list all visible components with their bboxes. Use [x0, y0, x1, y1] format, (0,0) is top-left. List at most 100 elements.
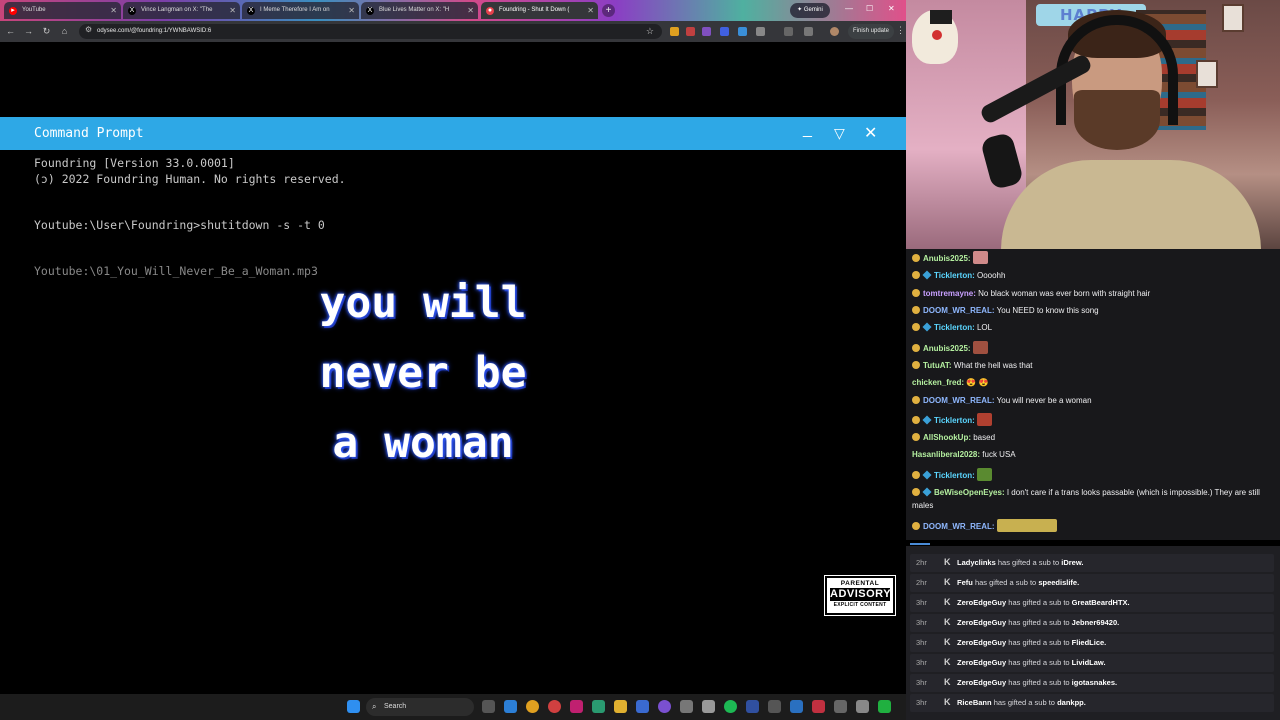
chrome-icon[interactable] [526, 700, 539, 713]
tab-odysee[interactable]: ● Foundring - Shut It Down ( ✕ [481, 2, 598, 19]
back-icon[interactable]: ← [4, 25, 17, 38]
extensions-puzzle-icon[interactable] [756, 27, 765, 36]
chat-username[interactable]: DOOM_WR_REAL: [923, 306, 995, 315]
chat-text: fuck USA [982, 450, 1016, 459]
chat-text: You will never be a woman [996, 396, 1092, 405]
chat-username[interactable]: DOOM_WR_REAL: [923, 396, 995, 405]
chrome-icon[interactable] [548, 700, 561, 713]
app-icon[interactable] [768, 700, 781, 713]
tab-x-1[interactable]: X Vince Langman on X: "The ✕ [123, 2, 240, 19]
app-icon[interactable] [812, 700, 825, 713]
event-time: 2hr [916, 558, 927, 567]
gemini-button[interactable]: ✦ Gemini [790, 3, 830, 18]
odysee-icon: ● [486, 7, 494, 15]
reload-icon[interactable]: ↻ [40, 25, 53, 38]
chat-username[interactable]: chicken_fred: [912, 378, 964, 387]
windows-taskbar: ⌕ Search [0, 694, 906, 720]
chat-username[interactable]: Ticklerton: [934, 471, 975, 480]
windows-start-icon[interactable] [347, 700, 360, 713]
chat-username[interactable]: Anubis2025: [923, 254, 971, 263]
app-icon[interactable] [680, 700, 693, 713]
event-time: 3hr [916, 638, 927, 647]
chat-username[interactable]: BeWiseOpenEyes: [934, 488, 1005, 497]
tab-x-3[interactable]: X Blue Lives Matter on X: "H ✕ [361, 2, 478, 19]
app-icon[interactable] [834, 700, 847, 713]
close-window-icon[interactable]: ✕ [888, 4, 895, 13]
event-actor: ZeroEdgeGuy [957, 598, 1007, 607]
task-view-icon[interactable] [482, 700, 495, 713]
tab-youtube[interactable]: ▸ YouTube ✕ [4, 2, 121, 19]
discord-icon[interactable] [658, 700, 671, 713]
chat-panel: Anubis2025: Ticklerton: Oooohh tomtremay… [906, 249, 1280, 540]
app-icon[interactable] [878, 700, 891, 713]
new-tab-button[interactable]: + [602, 4, 615, 17]
chat-text: LOL [976, 323, 993, 332]
close-icon[interactable]: ✕ [348, 2, 355, 19]
sub-badge-icon [922, 415, 932, 425]
chat-username[interactable]: DOOM_WR_REAL: [923, 522, 995, 531]
downloads-icon[interactable] [804, 27, 813, 36]
address-bar[interactable]: ⚙ odysee.com/@foundring:1/YWNBAWSID:6 ☆ [79, 24, 662, 39]
extension-icon[interactable] [720, 27, 729, 36]
chat-username[interactable]: Hasanliberal2028: [912, 450, 980, 459]
app-icon[interactable] [702, 700, 715, 713]
chat-username[interactable]: Ticklerton: [934, 416, 975, 425]
file-explorer-icon[interactable] [614, 700, 627, 713]
chat-message: BeWiseOpenEyes: I don't care if a trans … [912, 487, 1274, 512]
dropdown-triangle-icon: ▽ [834, 125, 845, 141]
site-info-icon[interactable]: ⚙ [85, 25, 92, 34]
forward-icon[interactable]: → [22, 25, 35, 38]
event-row: 3hr K ZeroEdgeGuy has gifted a sub to Jebn… [910, 614, 1274, 632]
tab-x-2[interactable]: X I Meme Therefore I Am on ✕ [242, 2, 359, 19]
chat-message: Ticklerton: Oooohh [912, 270, 1274, 283]
lyric-line: never be [319, 348, 527, 398]
chat-username[interactable]: TutuAT: [923, 361, 952, 370]
home-icon[interactable]: ⌂ [58, 25, 71, 38]
side-panel-icon[interactable] [784, 27, 793, 36]
app-icon[interactable] [790, 700, 803, 713]
event-text: ZeroEdgeGuy has gifted a sub to LividLaw… [957, 658, 1106, 667]
spotify-icon[interactable] [724, 700, 737, 713]
event-row: 3hr K ZeroEdgeGuy has gifted a sub to Livi… [910, 654, 1274, 672]
kick-icon: K [944, 597, 951, 607]
terminal-command-line: Youtube:\User\Foundring>shutitdown -s -t… [34, 218, 325, 232]
event-target: dankpp. [1057, 698, 1086, 707]
close-icon[interactable]: ✕ [587, 2, 594, 19]
extension-icon[interactable] [670, 27, 679, 36]
lyric-line: a woman [332, 418, 514, 468]
profile-avatar[interactable] [830, 27, 839, 36]
event-target: Jebner69420. [1071, 618, 1120, 627]
maximize-icon[interactable]: ☐ [866, 4, 873, 13]
event-target: igotasnakes. [1071, 678, 1118, 687]
close-icon[interactable]: ✕ [229, 2, 236, 19]
chat-username[interactable]: Anubis2025: [923, 344, 971, 353]
minimize-icon[interactable]: — [845, 4, 853, 13]
app-icon[interactable] [856, 700, 869, 713]
sub-badge-icon [922, 270, 932, 280]
chat-username[interactable]: tomtremayne: [923, 289, 976, 298]
taskbar-search[interactable]: ⌕ Search [366, 698, 474, 716]
app-icon[interactable] [636, 700, 649, 713]
chat-username[interactable]: Ticklerton: [934, 271, 975, 280]
kick-icon: K [944, 557, 951, 567]
chat-username[interactable]: Ticklerton: [934, 323, 975, 332]
chat-username[interactable]: AllShookUp: [923, 433, 971, 442]
app-icon[interactable] [592, 700, 605, 713]
video-page[interactable]: Command Prompt _ ▽ ✕ Foundring [Version … [0, 42, 906, 694]
extension-icon[interactable] [686, 27, 695, 36]
bookmark-star-icon[interactable]: ☆ [646, 24, 654, 39]
badge-icon [912, 306, 920, 314]
chat-text: based [973, 433, 996, 442]
extension-icon[interactable] [738, 27, 747, 36]
badge-icon [912, 471, 920, 479]
menu-icon[interactable]: ⋮ [896, 25, 905, 36]
app-icon[interactable] [570, 700, 583, 713]
finish-update-button[interactable]: Finish update [848, 24, 894, 39]
extension-icon[interactable] [702, 27, 711, 36]
app-icon[interactable] [746, 700, 759, 713]
edge-icon[interactable] [504, 700, 517, 713]
close-icon[interactable]: ✕ [467, 2, 474, 19]
gemini-label: Gemini [803, 7, 823, 13]
tab-label: Foundring - Shut It Down ( [499, 7, 570, 13]
close-icon[interactable]: ✕ [110, 2, 117, 19]
